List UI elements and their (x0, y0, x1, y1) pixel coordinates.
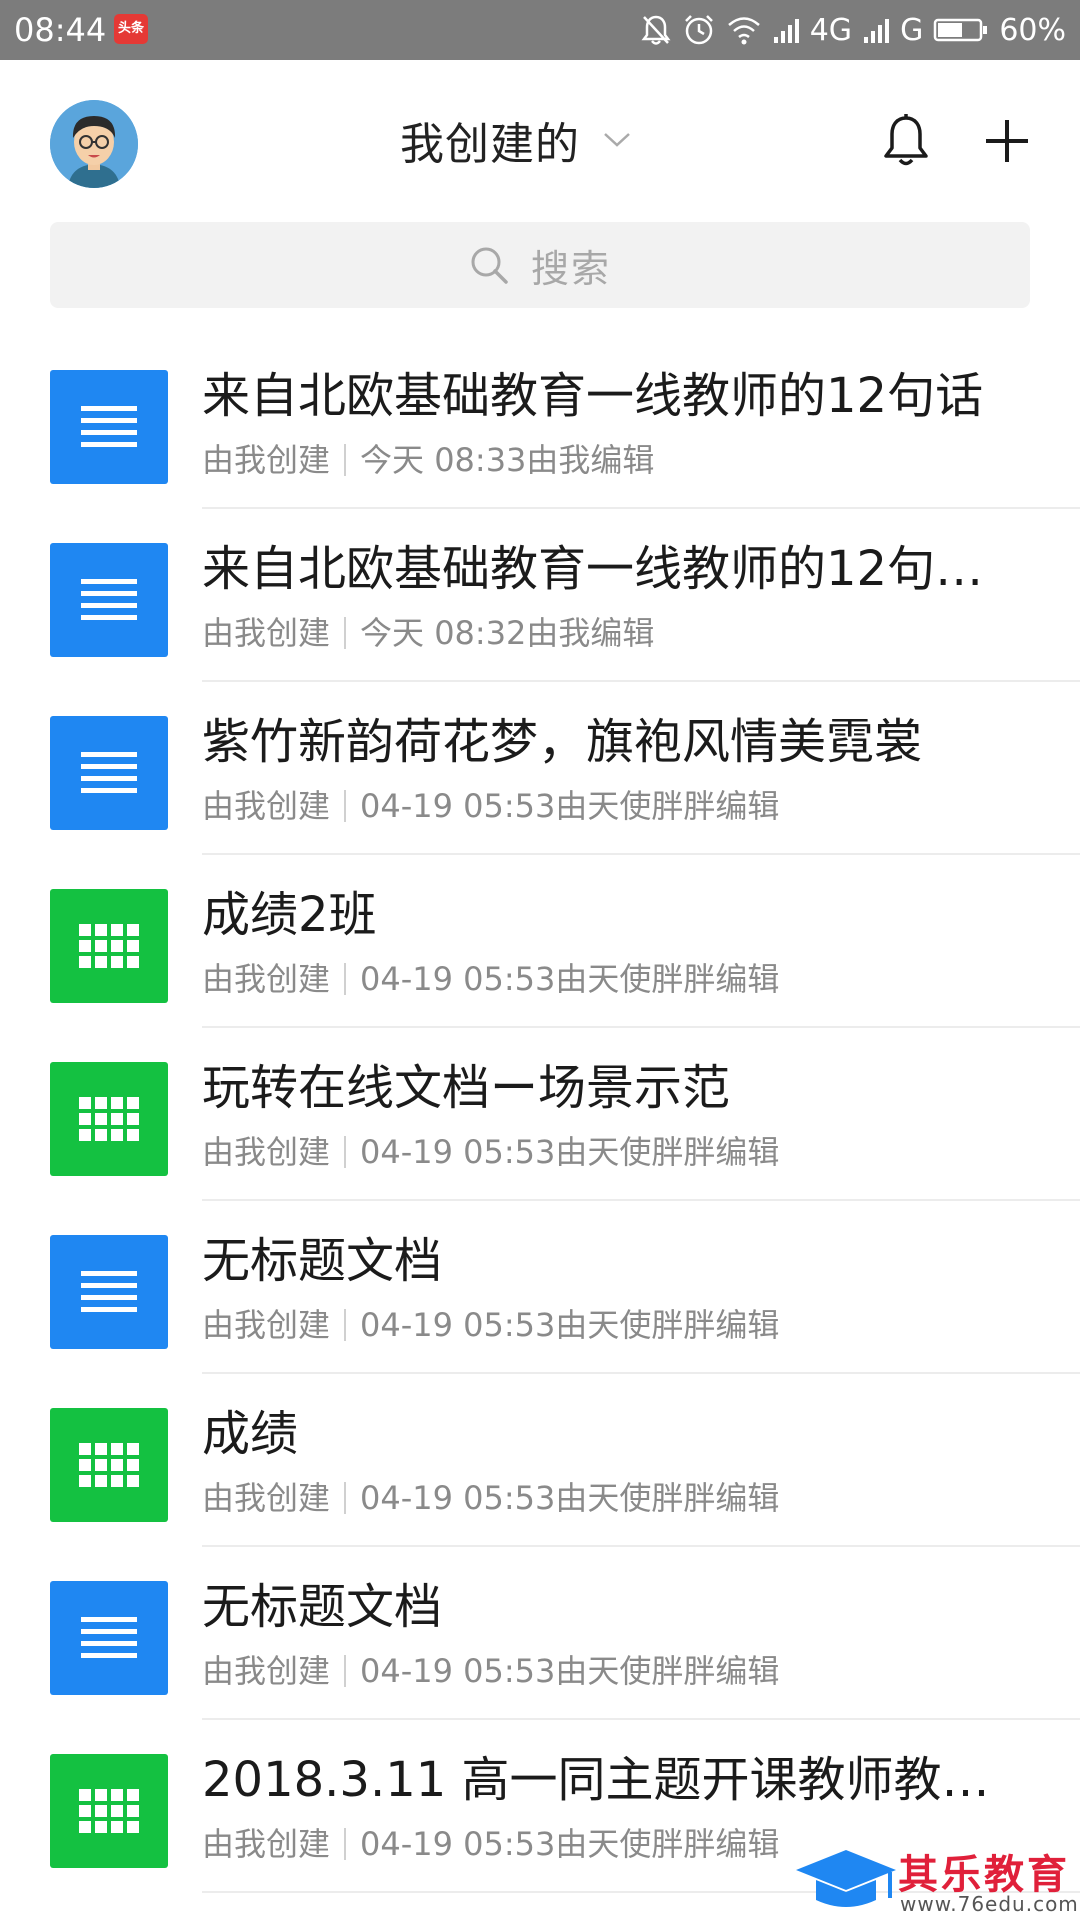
file-creator: 由我创建 (202, 441, 331, 479)
document-icon (50, 716, 168, 830)
file-meta: 由我创建 04-19 05:53由天使胖胖编辑 (202, 1478, 779, 1518)
document-icon (50, 370, 168, 484)
spreadsheet-icon (50, 889, 168, 1003)
spreadsheet-icon (50, 1408, 168, 1522)
page-title: 我创建的 (400, 119, 580, 170)
file-meta: 由我创建 04-19 05:53由天使胖胖编辑 (202, 959, 779, 999)
network-type-2: G (900, 12, 924, 48)
file-edited: 04-19 05:53由天使胖胖编辑 (360, 1479, 780, 1517)
watermark: 其乐教育 www.76edu.com (790, 1840, 1080, 1920)
file-edited: 今天 08:32由我编辑 (360, 614, 655, 652)
spreadsheet-icon (50, 1062, 168, 1176)
meta-separator (344, 1482, 347, 1514)
file-name: 来自北欧基础教育一线教师的12句… (202, 541, 984, 597)
watermark-url: www.76edu.com (900, 1892, 1079, 1916)
file-name: 无标题文档 (202, 1579, 443, 1635)
file-name: 紫竹新韵荷花梦，旗袍风情美霓裳 (202, 714, 923, 770)
file-name: 无标题文档 (202, 1233, 443, 1289)
alarm-icon (684, 15, 713, 45)
file-row[interactable]: 无标题文档由我创建 04-19 05:53由天使胖胖编辑 (0, 1547, 1080, 1720)
meta-separator (344, 1655, 347, 1687)
file-name: 玩转在线文档ー场景示范 (202, 1060, 731, 1116)
file-creator: 由我创建 (202, 1652, 331, 1690)
file-edited: 04-19 05:53由天使胖胖编辑 (360, 960, 780, 998)
file-creator: 由我创建 (202, 1825, 331, 1863)
title-dropdown[interactable]: 我创建的 (400, 110, 632, 170)
file-creator: 由我创建 (202, 1306, 331, 1344)
file-meta: 由我创建 04-19 05:53由天使胖胖编辑 (202, 1305, 779, 1345)
file-row[interactable]: 无标题文档由我创建 04-19 05:53由天使胖胖编辑 (0, 1201, 1080, 1374)
file-creator: 由我创建 (202, 614, 331, 652)
file-edited: 04-19 05:53由天使胖胖编辑 (360, 1306, 780, 1344)
file-name: 来自北欧基础教育一线教师的12句话 (202, 368, 984, 424)
file-row[interactable]: 紫竹新韵荷花梦，旗袍风情美霓裳由我创建 04-19 05:53由天使胖胖编辑 (0, 682, 1080, 855)
status-indicators: 4G G 60% (640, 10, 1066, 50)
file-edited: 04-19 05:53由天使胖胖编辑 (360, 1652, 780, 1690)
wifi-icon (727, 17, 760, 45)
avatar[interactable] (50, 100, 138, 188)
file-row[interactable]: 成绩2班由我创建 04-19 05:53由天使胖胖编辑 (0, 855, 1080, 1028)
status-time: 08:44 (14, 11, 107, 49)
file-creator: 由我创建 (202, 1133, 331, 1171)
file-row[interactable]: 玩转在线文档ー场景示范由我创建 04-19 05:53由天使胖胖编辑 (0, 1028, 1080, 1201)
file-row[interactable]: 成绩由我创建 04-19 05:53由天使胖胖编辑 (0, 1374, 1080, 1547)
spreadsheet-icon (50, 1754, 168, 1868)
meta-separator (344, 790, 347, 822)
document-icon (50, 1581, 168, 1695)
file-creator: 由我创建 (202, 960, 331, 998)
file-edited: 04-19 05:53由天使胖胖编辑 (360, 1825, 780, 1863)
file-meta: 由我创建 04-19 05:53由天使胖胖编辑 (202, 1824, 779, 1864)
file-meta: 由我创建 04-19 05:53由天使胖胖编辑 (202, 1132, 779, 1172)
chevron-down-icon (604, 133, 630, 147)
file-name: 成绩 (202, 1406, 299, 1462)
meta-separator (344, 963, 347, 995)
mute-notifications-icon (641, 15, 671, 45)
bell-icon[interactable] (880, 112, 932, 168)
meta-separator (344, 1309, 347, 1341)
network-type-1: 4G (809, 12, 853, 48)
file-creator: 由我创建 (202, 1479, 331, 1517)
status-bar: 08:44 头条 4G G 60% (0, 0, 1080, 60)
file-meta: 由我创建 今天 08:32由我编辑 (202, 613, 654, 653)
meta-separator (344, 617, 347, 649)
search-icon (471, 247, 508, 284)
file-row[interactable]: 来自北欧基础教育一线教师的12句话由我创建 今天 08:33由我编辑 (0, 336, 1080, 509)
meta-separator (344, 1136, 347, 1168)
search-placeholder: 搜索 (530, 246, 611, 291)
search-bar[interactable]: 搜索 (50, 222, 1030, 308)
meta-separator (344, 444, 347, 476)
file-name: 成绩2班 (202, 887, 377, 943)
file-meta: 由我创建 今天 08:33由我编辑 (202, 440, 654, 480)
avatar-illustration (50, 100, 138, 188)
plus-icon[interactable] (984, 118, 1030, 164)
file-creator: 由我创建 (202, 787, 331, 825)
file-meta: 由我创建 04-19 05:53由天使胖胖编辑 (202, 786, 779, 826)
file-list: 来自北欧基础教育一线教师的12句话 由我创建 今天 08:33由我编辑 来自北欧基础教… (0, 336, 1080, 1893)
document-icon (50, 543, 168, 657)
file-edited: 04-19 05:53由天使胖胖编辑 (360, 787, 780, 825)
toutiao-app-icon: 头条 (114, 14, 148, 44)
meta-separator (344, 1828, 347, 1860)
battery-percent: 60% (999, 12, 1066, 48)
graduation-cap-logo-icon (796, 1850, 896, 1907)
document-icon (50, 1235, 168, 1349)
signal-icon-2 (864, 19, 890, 43)
file-edited: 04-19 05:53由天使胖胖编辑 (360, 1133, 780, 1171)
file-meta: 由我创建 04-19 05:53由天使胖胖编辑 (202, 1651, 779, 1691)
file-row[interactable]: 来自北欧基础教育一线教师的12句… 由我创建 今天 08:32由我编辑 (0, 509, 1080, 682)
signal-icon (773, 19, 799, 43)
file-edited: 今天 08:33由我编辑 (360, 441, 655, 479)
file-name: 2018.3.11 高一同主题开课教师教… (202, 1752, 990, 1808)
app-header: 我创建的 (0, 60, 1080, 220)
battery-icon (934, 18, 988, 42)
